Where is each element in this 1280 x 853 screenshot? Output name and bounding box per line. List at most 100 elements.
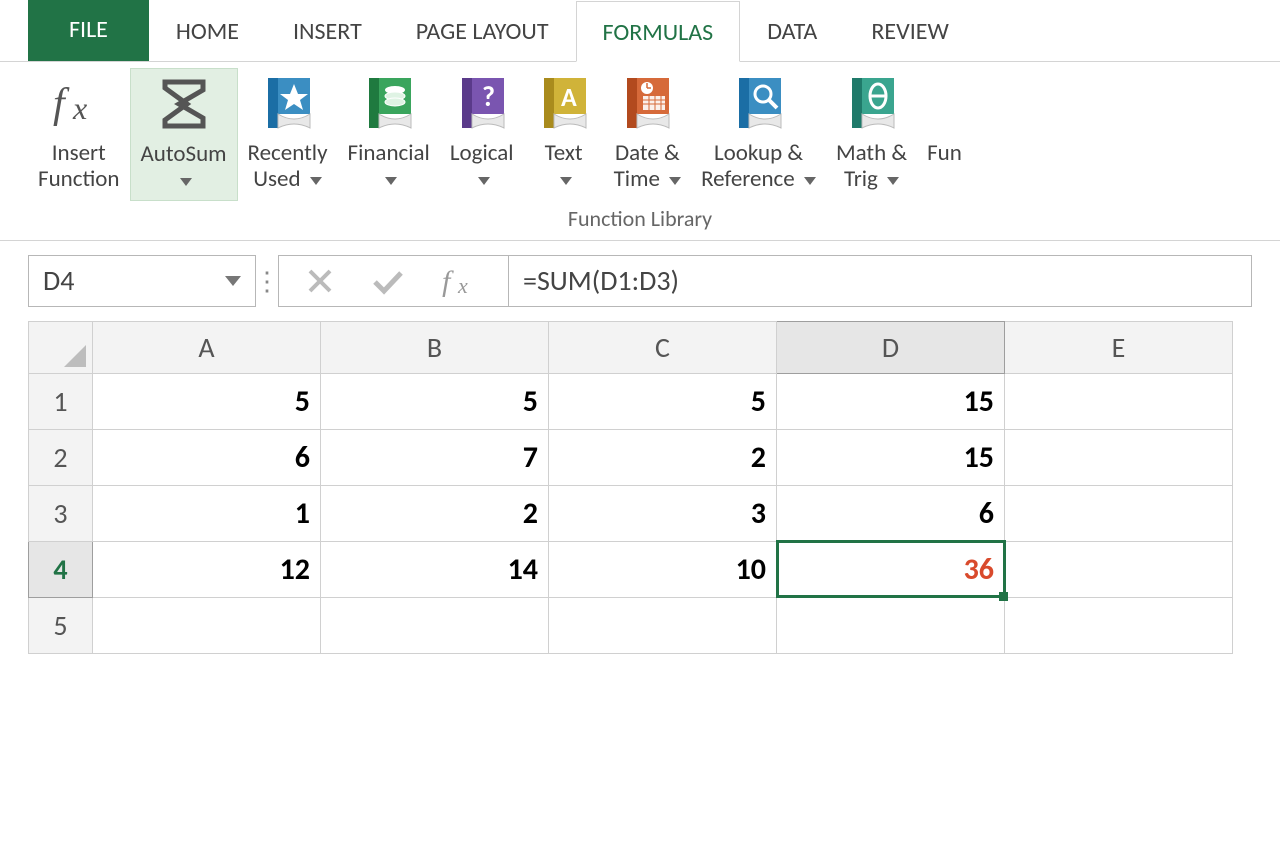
svg-text:A: A <box>561 81 577 113</box>
financial-button[interactable]: Financial <box>338 68 440 199</box>
svg-text:f: f <box>53 81 70 127</box>
lookup-dropdown-icon <box>804 166 816 192</box>
clock-book-icon <box>617 72 677 134</box>
sigma-icon <box>154 73 214 135</box>
date-time-label-1: Date & <box>615 140 680 166</box>
cell-B5[interactable] <box>321 597 549 653</box>
cell-B1[interactable]: 5 <box>321 373 549 429</box>
cell-A1[interactable]: 5 <box>93 373 321 429</box>
logical-label: Logical <box>450 140 514 166</box>
financial-label: Financial <box>348 140 430 166</box>
recently-used-label-1: Recently <box>248 140 328 166</box>
name-box-dropdown-icon[interactable] <box>225 276 241 286</box>
question-book-icon: ? <box>452 72 512 134</box>
cell-C4[interactable]: 10 <box>549 541 777 597</box>
coins-book-icon <box>359 72 419 134</box>
lookup-label-1: Lookup & <box>714 140 803 166</box>
row-header-3[interactable]: 3 <box>29 485 93 541</box>
math-trig-label-2: Trig <box>844 165 878 193</box>
fx-icon: f x <box>49 72 109 134</box>
cell-E1[interactable] <box>1005 373 1233 429</box>
select-all-corner[interactable] <box>29 321 93 373</box>
ribbon-tab-strip: FILE HOME INSERT PAGE LAYOUT FORMULAS DA… <box>0 0 1280 62</box>
recently-used-label-2: Used <box>253 165 300 193</box>
ribbon-body: f x Insert Function AutoSum <box>0 62 1280 241</box>
magnifier-book-icon <box>729 72 789 134</box>
cell-C1[interactable]: 5 <box>549 373 777 429</box>
cell-A5[interactable] <box>93 597 321 653</box>
cell-C5[interactable] <box>549 597 777 653</box>
insert-function-label-1: Insert <box>52 140 106 166</box>
logical-dropdown-icon <box>478 166 490 192</box>
more-functions-button[interactable]: Fun <box>917 68 962 172</box>
row-header-2[interactable]: 2 <box>29 429 93 485</box>
autosum-button[interactable]: AutoSum <box>130 68 238 201</box>
date-time-button[interactable]: Date & Time <box>604 68 692 199</box>
cell-A2[interactable]: 6 <box>93 429 321 485</box>
formula-bar: D4 ⋮ f x =SUM(D1:D3) <box>28 255 1252 307</box>
tab-home[interactable]: HOME <box>149 0 266 61</box>
fx-icon[interactable]: f x <box>442 265 482 297</box>
col-header-B[interactable]: B <box>321 321 549 373</box>
more-functions-icon <box>929 72 959 134</box>
cell-C2[interactable]: 2 <box>549 429 777 485</box>
name-box[interactable]: D4 <box>28 255 256 307</box>
tab-file[interactable]: FILE <box>28 0 149 61</box>
cell-E4[interactable] <box>1005 541 1233 597</box>
date-time-dropdown-icon <box>669 166 681 192</box>
cell-D1[interactable]: 15 <box>777 373 1005 429</box>
cell-D2[interactable]: 15 <box>777 429 1005 485</box>
insert-function-button[interactable]: f x Insert Function <box>28 68 130 199</box>
formula-bar-options-icon[interactable]: ⋮ <box>256 255 278 307</box>
svg-text:x: x <box>457 273 468 297</box>
cell-E5[interactable] <box>1005 597 1233 653</box>
cell-E2[interactable] <box>1005 429 1233 485</box>
cell-D3[interactable]: 6 <box>777 485 1005 541</box>
text-dropdown-icon <box>560 166 572 192</box>
col-header-D[interactable]: D <box>777 321 1005 373</box>
lookup-reference-button[interactable]: Lookup & Reference <box>691 68 826 199</box>
enter-check-icon[interactable] <box>371 267 405 295</box>
text-label: Text <box>545 140 583 166</box>
cell-B4[interactable]: 14 <box>321 541 549 597</box>
cell-D4[interactable]: 36 <box>777 541 1005 597</box>
tab-data[interactable]: DATA <box>740 0 844 61</box>
math-trig-dropdown-icon <box>887 166 899 192</box>
col-header-A[interactable]: A <box>93 321 321 373</box>
ribbon-group-label: Function Library <box>0 201 1280 240</box>
row-header-5[interactable]: 5 <box>29 597 93 653</box>
text-button[interactable]: A Text <box>524 68 604 199</box>
date-time-label-2: Time <box>614 165 660 193</box>
cell-B3[interactable]: 2 <box>321 485 549 541</box>
row-header-4[interactable]: 4 <box>29 541 93 597</box>
col-header-E[interactable]: E <box>1005 321 1233 373</box>
cell-E3[interactable] <box>1005 485 1233 541</box>
formula-input[interactable]: =SUM(D1:D3) <box>508 255 1252 307</box>
autosum-label: AutoSum <box>141 141 227 167</box>
cell-A3[interactable]: 1 <box>93 485 321 541</box>
tab-review[interactable]: REVIEW <box>844 0 975 61</box>
row-header-1[interactable]: 1 <box>29 373 93 429</box>
logical-button[interactable]: ? Logical <box>440 68 524 199</box>
recently-used-button[interactable]: Recently Used <box>238 68 338 199</box>
lookup-label-2: Reference <box>701 165 795 193</box>
financial-dropdown-icon <box>385 166 397 192</box>
col-header-C[interactable]: C <box>549 321 777 373</box>
svg-text:x: x <box>72 90 87 126</box>
svg-text:?: ? <box>482 79 495 114</box>
star-book-icon <box>258 72 318 134</box>
cell-C3[interactable]: 3 <box>549 485 777 541</box>
cell-B2[interactable]: 7 <box>321 429 549 485</box>
cell-A4[interactable]: 12 <box>93 541 321 597</box>
formula-text: =SUM(D1:D3) <box>523 263 679 298</box>
recently-used-dropdown-icon <box>310 166 322 192</box>
tab-formulas[interactable]: FORMULAS <box>576 1 741 62</box>
cell-D5[interactable] <box>777 597 1005 653</box>
math-trig-button[interactable]: Math & Trig <box>826 68 917 199</box>
spreadsheet-grid: A B C D E 1 5 5 5 15 2 6 7 2 15 3 1 2 3 … <box>28 321 1233 654</box>
tab-page-layout[interactable]: PAGE LAYOUT <box>389 0 576 61</box>
tab-insert[interactable]: INSERT <box>266 0 389 61</box>
name-box-value: D4 <box>43 263 74 298</box>
cancel-icon[interactable] <box>306 267 334 295</box>
svg-text:f: f <box>442 265 454 297</box>
